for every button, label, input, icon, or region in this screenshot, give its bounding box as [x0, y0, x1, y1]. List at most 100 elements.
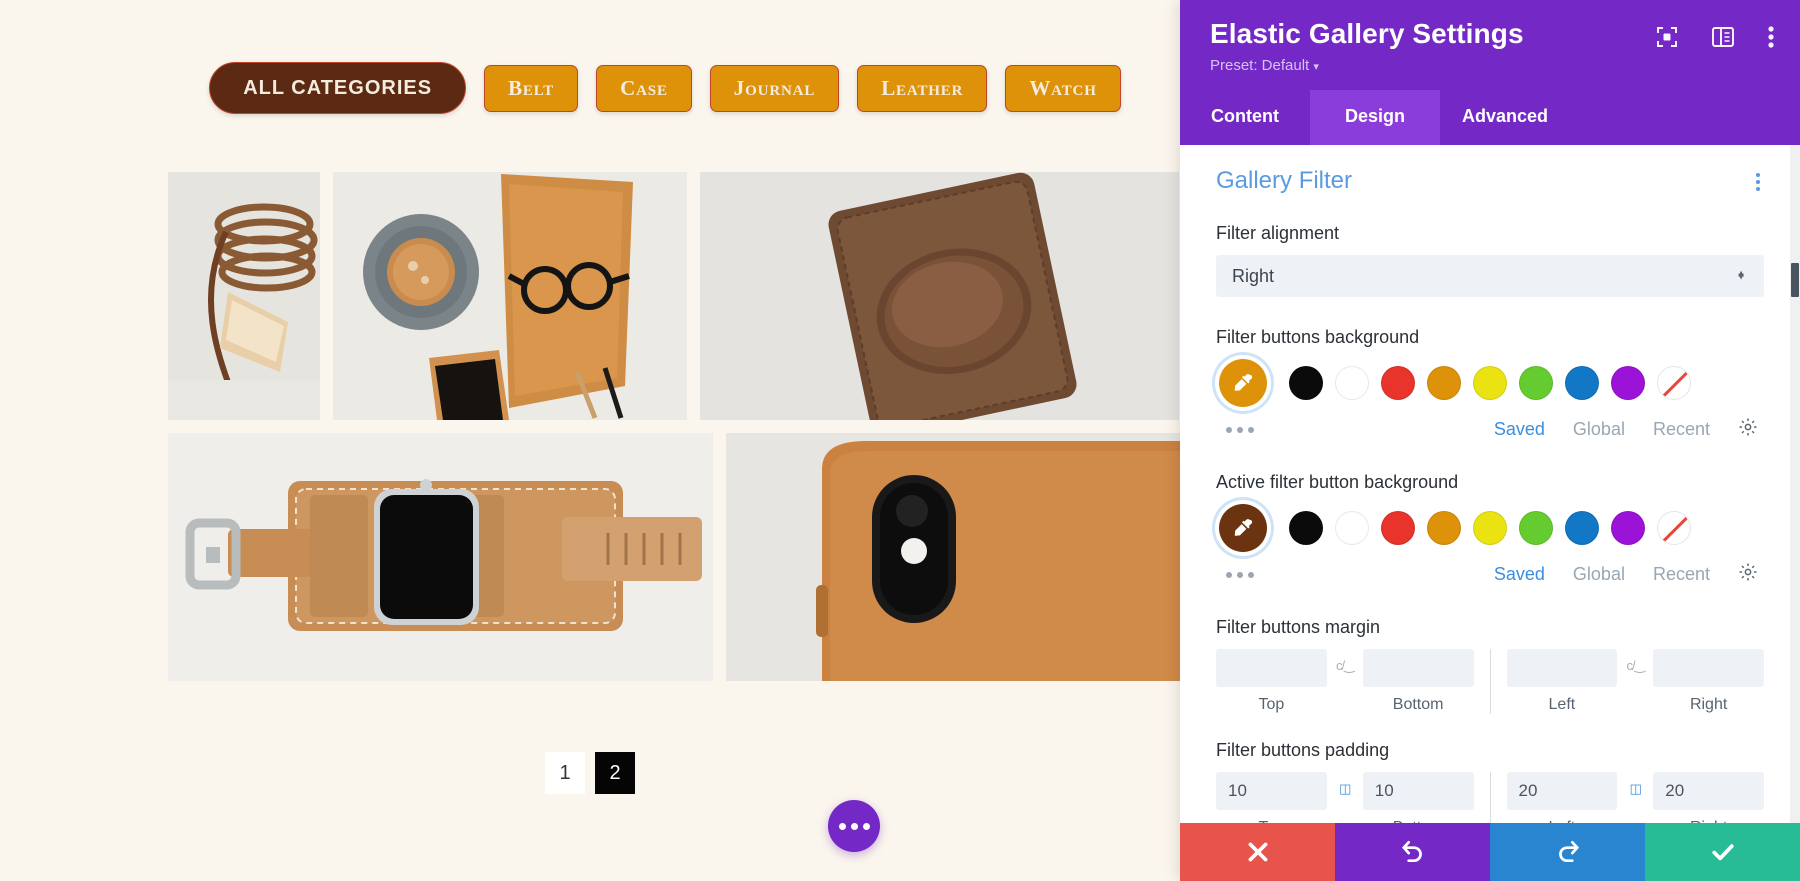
swatch-white[interactable] [1335, 511, 1369, 545]
pagination-page-1[interactable]: 1 [545, 752, 585, 794]
filter-buttons-margin-group: Top c/‿ Bottom Left c/‿ Right [1216, 649, 1764, 714]
palette-tabs: Saved Global Recent [1494, 417, 1758, 442]
swatch-green[interactable] [1519, 366, 1553, 400]
dot-icon [1248, 571, 1254, 578]
swatch-black[interactable] [1289, 511, 1323, 545]
palette-tabs: Saved Global Recent [1494, 562, 1758, 587]
link-margin-vertical-icon[interactable]: c/‿ [1327, 649, 1363, 674]
filter-buttons-background-label: Filter buttons background [1216, 327, 1420, 347]
save-button[interactable] [1645, 823, 1800, 881]
gallery-item-cord[interactable] [168, 172, 320, 420]
swatch-orange[interactable] [1427, 366, 1461, 400]
filter-button-leather[interactable]: Leather [857, 64, 988, 112]
filter-button-journal[interactable]: Journal [709, 64, 840, 112]
swatch-transparent[interactable] [1657, 511, 1691, 545]
swatch-transparent[interactable] [1657, 366, 1691, 400]
swatch-white[interactable] [1335, 366, 1369, 400]
filter-buttons-margin-label: Filter buttons margin [1216, 617, 1381, 637]
tab-advanced[interactable]: Advanced [1440, 90, 1570, 145]
link-margin-horizontal-icon[interactable]: c/‿ [1617, 649, 1653, 674]
padding-left-input[interactable] [1506, 772, 1618, 810]
filter-buttons-background-swatches [1216, 359, 1764, 407]
padding-right-input[interactable] [1653, 772, 1764, 810]
margin-left-input[interactable] [1506, 649, 1618, 687]
swatch-red[interactable] [1381, 366, 1415, 400]
settings-gear-icon[interactable] [1738, 417, 1758, 442]
palette-tab-global[interactable]: Global [1573, 564, 1625, 585]
gallery-item-journal-coffee[interactable] [333, 172, 687, 420]
palette-tab-recent[interactable]: Recent [1653, 419, 1710, 440]
chevron-updown-icon: ▲ ▼ [1736, 268, 1746, 283]
close-icon [1248, 842, 1267, 862]
dot-icon [838, 822, 846, 830]
undo-button[interactable] [1335, 823, 1490, 881]
link-padding-vertical-icon[interactable]: ◫ [1327, 772, 1363, 797]
tab-design[interactable]: Design [1310, 90, 1440, 145]
filter-alignment-select[interactable]: Right ▲ ▼ [1216, 255, 1764, 297]
swatch-black[interactable] [1289, 366, 1323, 400]
preset-selector[interactable]: Preset: Default ▾ [1210, 57, 1770, 90]
palette-tab-recent[interactable]: Recent [1653, 564, 1710, 585]
swatch-green[interactable] [1519, 511, 1553, 545]
dot-icon [1756, 187, 1760, 191]
active-filter-button-background-subrow: Saved Global Recent [1216, 562, 1764, 587]
swatch-red[interactable] [1381, 511, 1415, 545]
palette-tab-global[interactable]: Global [1573, 419, 1625, 440]
panel-scrollbar-thumb[interactable] [1791, 263, 1799, 297]
panel-scrollbar-track[interactable] [1790, 145, 1800, 823]
padding-top-input[interactable] [1216, 772, 1327, 810]
settings-gear-icon[interactable] [1738, 562, 1758, 587]
layout-panel-icon[interactable] [1712, 27, 1734, 47]
gallery-item-watch-band[interactable] [168, 433, 713, 681]
palette-tab-saved[interactable]: Saved [1494, 564, 1545, 585]
filter-button-all-categories[interactable]: ALL CATEGORIES [209, 62, 467, 114]
panel-body: Gallery Filter Filter alignment Right ▲ ▼… [1180, 145, 1800, 823]
filter-buttons-background-subrow: Saved Global Recent [1216, 417, 1764, 442]
active-filter-button-background-swatches [1216, 504, 1764, 552]
swatch-blue[interactable] [1565, 366, 1599, 400]
panel-header-icons [1656, 26, 1774, 48]
redo-button[interactable] [1490, 823, 1645, 881]
gallery-row [168, 172, 1180, 420]
more-options-fab[interactable] [828, 800, 880, 852]
focus-icon[interactable] [1656, 26, 1678, 48]
close-button[interactable] [1180, 823, 1335, 881]
swatch-purple[interactable] [1611, 511, 1645, 545]
margin-right-input[interactable] [1653, 649, 1764, 687]
padding-left-caption: Left [1507, 819, 1618, 823]
palette-tab-saved[interactable]: Saved [1494, 419, 1545, 440]
tab-content[interactable]: Content [1180, 90, 1310, 145]
swatch-yellow[interactable] [1473, 366, 1507, 400]
color-picker-eyedropper-filter-buttons[interactable] [1219, 359, 1267, 407]
swatch-blue[interactable] [1565, 511, 1599, 545]
section-kebab-menu-icon[interactable] [1756, 173, 1760, 191]
margin-bottom-input[interactable] [1362, 649, 1474, 687]
swatch-yellow[interactable] [1473, 511, 1507, 545]
filter-button-case[interactable]: Case [596, 64, 692, 112]
gallery-image-cord [168, 172, 320, 420]
swatch-orange[interactable] [1427, 511, 1461, 545]
color-picker-eyedropper-active-filter-button[interactable] [1219, 504, 1267, 552]
margin-right-caption: Right [1689, 696, 1728, 713]
margin-left-caption: Left [1548, 696, 1576, 713]
link-padding-horizontal-icon[interactable]: ◫ [1617, 772, 1653, 797]
swatch-purple[interactable] [1611, 366, 1645, 400]
dot-icon [1756, 173, 1760, 177]
margin-bottom-caption: Bottom [1392, 696, 1444, 713]
gallery-image-journal-coffee [333, 172, 687, 420]
preset-label: Preset: Default [1210, 57, 1310, 74]
filter-button-belt[interactable]: Belt [484, 64, 579, 112]
gallery-item-phone-case[interactable] [726, 433, 1180, 681]
redo-icon [1558, 840, 1579, 863]
gallery-page: ALL CATEGORIES Belt Case Journal Leather… [0, 0, 1180, 881]
dot-icon [1248, 426, 1254, 433]
pagination-page-2[interactable]: 2 [595, 752, 635, 794]
filter-button-watch[interactable]: Watch [1005, 64, 1121, 112]
padding-bottom-input[interactable] [1362, 772, 1474, 810]
chevron-down-icon: ▾ [1313, 61, 1319, 73]
more-colors-icon[interactable] [1226, 426, 1254, 433]
kebab-menu-icon[interactable] [1768, 26, 1774, 48]
gallery-item-camera-case[interactable] [700, 172, 1179, 420]
margin-top-input[interactable] [1216, 649, 1327, 687]
more-colors-icon[interactable] [1226, 571, 1254, 578]
